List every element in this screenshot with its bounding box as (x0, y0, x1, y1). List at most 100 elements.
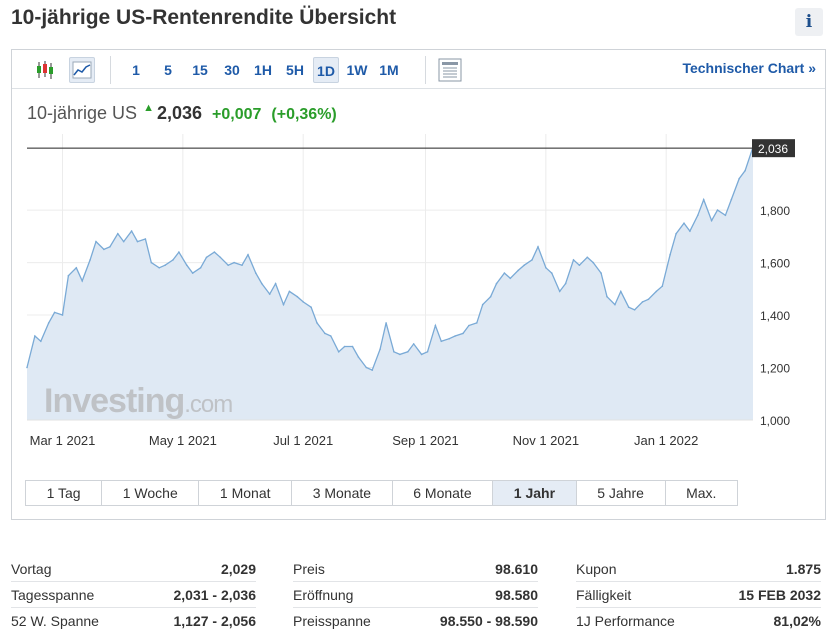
data-point (481, 303, 484, 306)
stat-row: Preisspanne 98.550 - 98.590 (293, 608, 538, 634)
data-point (730, 198, 733, 201)
stat-value: 15 FEB 2032 (738, 587, 822, 603)
data-point (724, 214, 727, 217)
x-tick-label: Mar 1 2021 (30, 433, 96, 448)
range-button[interactable]: 6 Monate (393, 481, 494, 505)
data-point (178, 251, 180, 253)
data-point (517, 269, 519, 272)
stat-label: Fälligkeit (576, 587, 632, 603)
range-button[interactable]: 5 Jahre (577, 481, 666, 505)
data-point (337, 351, 340, 353)
yield-chart[interactable]: Investing.com1,0001,2001,4001,6001,8002,… (12, 50, 825, 470)
x-tick-label: Jan 1 2022 (634, 433, 698, 448)
data-point (255, 272, 257, 274)
data-point (34, 335, 36, 337)
x-tick-label: Nov 1 2021 (513, 433, 580, 448)
data-point (393, 351, 395, 353)
stat-row: Eröffnung 98.580 (293, 582, 538, 608)
last-value-label: 2,036 (758, 142, 788, 156)
data-point (420, 353, 423, 356)
data-point (144, 238, 147, 240)
data-point (219, 256, 222, 259)
data-point (495, 282, 498, 285)
x-tick-label: Sep 1 2021 (392, 433, 459, 448)
stat-value: 2,029 (220, 561, 256, 577)
range-button[interactable]: 1 Tag (26, 481, 103, 505)
data-point (324, 332, 326, 335)
data-point (81, 280, 83, 282)
data-point (213, 251, 216, 253)
data-point (489, 295, 492, 298)
data-point (103, 248, 105, 251)
data-point (302, 301, 305, 303)
data-point (710, 219, 713, 222)
stat-row: Preis 98.610 (293, 556, 538, 582)
data-point (136, 240, 139, 243)
data-point (558, 290, 561, 293)
data-point (40, 340, 42, 343)
data-point (697, 214, 699, 217)
data-point (330, 335, 332, 337)
stats-column-3: Kupon 1.875 Fälligkeit 15 FEB 2032 1J Perfor… (576, 556, 821, 634)
stat-label: Vortag (11, 561, 52, 577)
data-point (462, 332, 464, 335)
stat-label: Preisspanne (293, 613, 371, 629)
stat-label: Preis (293, 561, 325, 577)
data-point (227, 264, 229, 266)
data-point (241, 264, 243, 266)
page-title: 10-jährige US-Rentenrendite Übersicht (11, 6, 397, 29)
data-point (454, 335, 456, 337)
x-tick-label: Jul 1 2021 (273, 433, 333, 448)
stat-value: 1.875 (785, 561, 821, 577)
data-point (205, 256, 208, 259)
range-button[interactable]: 1 Monat (199, 481, 293, 505)
data-point (117, 232, 119, 235)
data-point (683, 222, 685, 224)
data-point (89, 259, 91, 261)
stat-row: Kupon 1.875 (576, 556, 821, 582)
stat-row: 1J Performance 81,02% (576, 608, 821, 634)
data-point (199, 267, 202, 269)
range-button[interactable]: Max. (666, 481, 738, 505)
stat-row: Tagesspanne 2,031 - 2,036 (11, 582, 256, 608)
data-point (468, 324, 470, 327)
chart-panel: 1 5 15 30 1H 5H 1D 1W 1M Technischer Chart » 10-… (11, 49, 826, 520)
data-point (351, 345, 354, 348)
data-point (620, 290, 622, 293)
data-point (61, 314, 64, 316)
data-point (399, 353, 401, 356)
data-point (95, 240, 97, 243)
data-point (53, 311, 56, 314)
range-button[interactable]: 3 Monate (292, 481, 393, 505)
data-point (379, 348, 381, 351)
data-point (407, 351, 409, 353)
stat-value: 98.580 (495, 587, 538, 603)
data-point (412, 343, 415, 345)
y-tick-label: 1,200 (760, 362, 790, 376)
range-button[interactable]: 1 Jahr (493, 481, 577, 505)
data-point (67, 274, 70, 277)
y-tick-label: 1,400 (760, 309, 790, 323)
data-point (572, 259, 575, 261)
data-point (440, 340, 443, 343)
data-point (661, 285, 664, 287)
data-point (357, 356, 360, 358)
data-point (702, 198, 705, 201)
stat-row: Fälligkeit 15 FEB 2032 (576, 582, 821, 608)
range-selector: 1 Tag 1 Woche 1 Monat 3 Monate 6 Monate 1 Jah… (25, 480, 738, 506)
range-button[interactable]: 1 Woche (102, 481, 200, 505)
data-point (503, 272, 506, 274)
data-point (592, 261, 594, 264)
data-point (578, 264, 581, 266)
info-button[interactable]: i (795, 8, 823, 36)
stat-value: 81,02% (773, 613, 821, 629)
data-point (434, 324, 437, 327)
data-point (288, 290, 291, 293)
data-point (551, 272, 553, 274)
data-point (122, 240, 125, 243)
data-point (150, 261, 153, 264)
data-point (371, 369, 374, 371)
data-point (261, 282, 263, 285)
stats-column-1: Vortag 2,029 Tagesspanne 2,031 - 2,036 52 W.… (11, 556, 256, 634)
stat-row: 52 W. Spanne 1,127 - 2,056 (11, 608, 256, 634)
